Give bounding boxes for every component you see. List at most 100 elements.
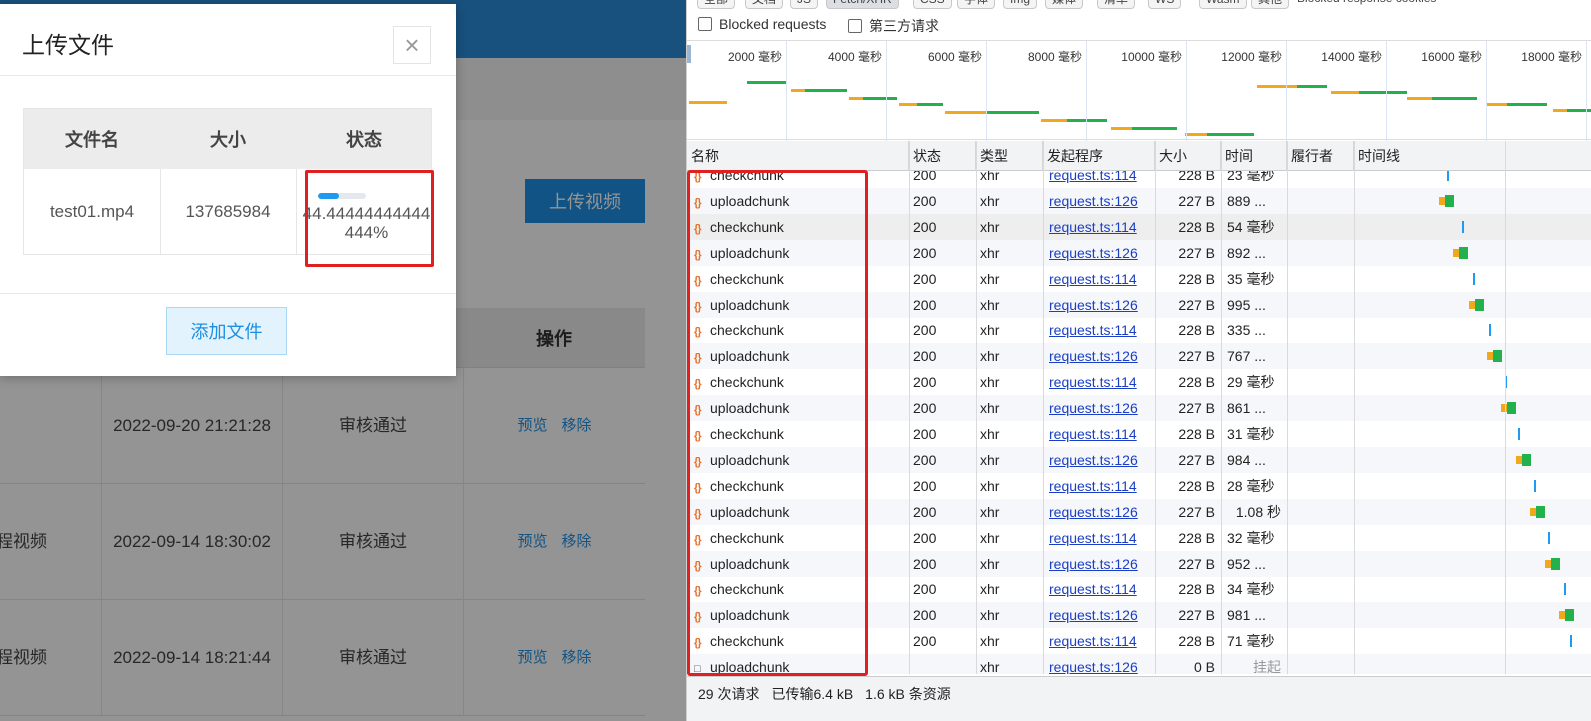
overview-bar: [1041, 119, 1067, 122]
blocked-requests-checkbox[interactable]: Blocked requests: [698, 16, 826, 32]
request-fulfilled: [1287, 525, 1354, 551]
overview-bar: [1111, 127, 1132, 130]
initiator-link[interactable]: request.ts:126: [1043, 292, 1155, 318]
request-fulfilled: [1287, 447, 1354, 473]
initiator-link[interactable]: request.ts:126: [1043, 551, 1155, 577]
col-name[interactable]: 名称: [687, 141, 909, 171]
filter-chip[interactable]: 文档: [745, 0, 784, 9]
initiator-link[interactable]: request.ts:114: [1043, 421, 1155, 447]
overview-bar: [1067, 119, 1107, 122]
request-status: 200: [913, 555, 937, 572]
request-status: 200: [913, 348, 937, 365]
filter-chip[interactable]: 清单: [1097, 0, 1136, 9]
filter-chip[interactable]: CSS: [913, 0, 952, 9]
col-status[interactable]: 状态: [909, 141, 976, 171]
timeline-tick-label: 6000 毫秒: [927, 50, 982, 64]
col-waterfall[interactable]: 时间线: [1354, 141, 1591, 171]
initiator-link[interactable]: request.ts:114: [1043, 525, 1155, 551]
filter-chip[interactable]: 其他: [1251, 0, 1290, 9]
waterfall-bar: [1534, 479, 1536, 492]
request-status: 200: [913, 607, 937, 624]
initiator-link[interactable]: request.ts:126: [1043, 188, 1155, 214]
request-type: xhr: [980, 529, 1000, 546]
overview-drag-handle[interactable]: [687, 45, 691, 63]
overview-gridline: [1086, 41, 1087, 141]
filter-chip[interactable]: Fetch/XHR: [826, 0, 899, 9]
request-fulfilled: [1287, 654, 1354, 674]
timeline-tick-label: 10000 毫秒: [1121, 50, 1182, 64]
highlight-box: [305, 170, 434, 267]
filter-chip[interactable]: 媒体: [1045, 0, 1084, 9]
initiator-link[interactable]: request.ts:126: [1043, 395, 1155, 421]
request-status: 200: [913, 171, 937, 183]
request-size: 227 B: [1178, 348, 1215, 365]
initiator-link[interactable]: request.ts:114: [1043, 266, 1155, 292]
col-initiator[interactable]: 发起程序: [1043, 141, 1155, 171]
initiator-link[interactable]: request.ts:114: [1043, 317, 1155, 343]
request-type: xhr: [980, 659, 1000, 674]
filter-chip[interactable]: Img: [1003, 0, 1038, 9]
overview-bar: [1359, 91, 1407, 94]
filter-chip[interactable]: Wasm: [1199, 0, 1247, 9]
initiator-link[interactable]: request.ts:126: [1043, 240, 1155, 266]
initiator-link[interactable]: request.ts:114: [1043, 369, 1155, 395]
transferred-size: 已传输6.4 kB: [771, 686, 854, 702]
waterfall-gridline: [1505, 141, 1506, 674]
request-time: 892 ...: [1227, 244, 1266, 261]
col-fulfilled[interactable]: 履行者: [1287, 141, 1354, 171]
request-size: 228 B: [1178, 218, 1215, 235]
request-table-header: 名称 状态 类型 发起程序 大小 时间 履行者 时间线: [687, 141, 1591, 171]
timeline-overview[interactable]: 2000 毫秒 4000 毫秒 6000 毫秒 8000 毫秒 10000 毫秒 1200…: [687, 40, 1591, 141]
overview-bar: [1257, 85, 1297, 88]
initiator-link[interactable]: request.ts:114: [1043, 576, 1155, 602]
filter-chip[interactable]: 字体: [957, 0, 996, 9]
overview-bar: [791, 89, 805, 92]
request-status: 200: [913, 426, 937, 442]
request-fulfilled: [1287, 628, 1354, 654]
waterfall-bar: [1489, 324, 1491, 337]
filter-chip[interactable]: JS: [790, 0, 819, 9]
overview-bar: [1553, 109, 1567, 112]
request-status: 200: [913, 477, 937, 494]
filter-bar: 全部文档 JS Fetch/XHR CSS 字体 Img 媒体 清单 WS Wasm 其他Block…: [687, 0, 1591, 9]
third-party-checkbox[interactable]: 第三方请求: [848, 16, 939, 36]
col-time[interactable]: 时间: [1221, 141, 1287, 171]
initiator-link[interactable]: request.ts:126: [1043, 499, 1155, 525]
request-time: 981 ...: [1227, 607, 1266, 624]
waterfall-bar: [1570, 635, 1572, 648]
initiator-link[interactable]: request.ts:126: [1043, 343, 1155, 369]
initiator-link[interactable]: request.ts:114: [1043, 628, 1155, 654]
initiator-link[interactable]: request.ts:126: [1043, 447, 1155, 473]
col-type[interactable]: 类型: [976, 141, 1043, 171]
request-fulfilled: [1287, 343, 1354, 369]
blocked-cookies-checkbox[interactable]: Blocked response cookies: [1291, 0, 1442, 7]
request-type: xhr: [980, 607, 1000, 624]
filter-chip[interactable]: 全部: [697, 0, 736, 9]
initiator-link[interactable]: request.ts:114: [1043, 214, 1155, 240]
overview-bar: [987, 111, 1039, 114]
overview-bar: [849, 97, 863, 100]
initiator-link[interactable]: request.ts:114: [1043, 473, 1155, 499]
request-size: 227 B: [1178, 244, 1215, 261]
request-size: 228 B: [1178, 322, 1215, 339]
request-size: 228 B: [1178, 581, 1215, 598]
filter-chip[interactable]: WS: [1148, 0, 1182, 9]
overview-bar: [917, 103, 943, 106]
request-fulfilled: [1287, 292, 1354, 318]
initiator-link[interactable]: request.ts:126: [1043, 602, 1155, 628]
divider: [0, 293, 456, 294]
request-fulfilled: [1287, 266, 1354, 292]
col-size[interactable]: 大小: [1155, 141, 1221, 171]
initiator-link[interactable]: request.ts:114: [1043, 171, 1155, 188]
request-type: xhr: [980, 244, 1000, 261]
overview-bar: [1487, 103, 1507, 106]
request-time: 861 ...: [1227, 400, 1266, 417]
request-status: 200: [913, 529, 937, 546]
close-button[interactable]: ×: [393, 26, 431, 64]
request-fulfilled: [1287, 473, 1354, 499]
add-file-button[interactable]: 添加文件: [166, 307, 287, 355]
resources-size: 1.6 kB 条资源: [865, 686, 951, 702]
file-table-header: 文件名 大小 状态: [24, 109, 431, 169]
initiator-link[interactable]: request.ts:126: [1043, 654, 1155, 674]
overview-gridline: [1286, 41, 1287, 141]
